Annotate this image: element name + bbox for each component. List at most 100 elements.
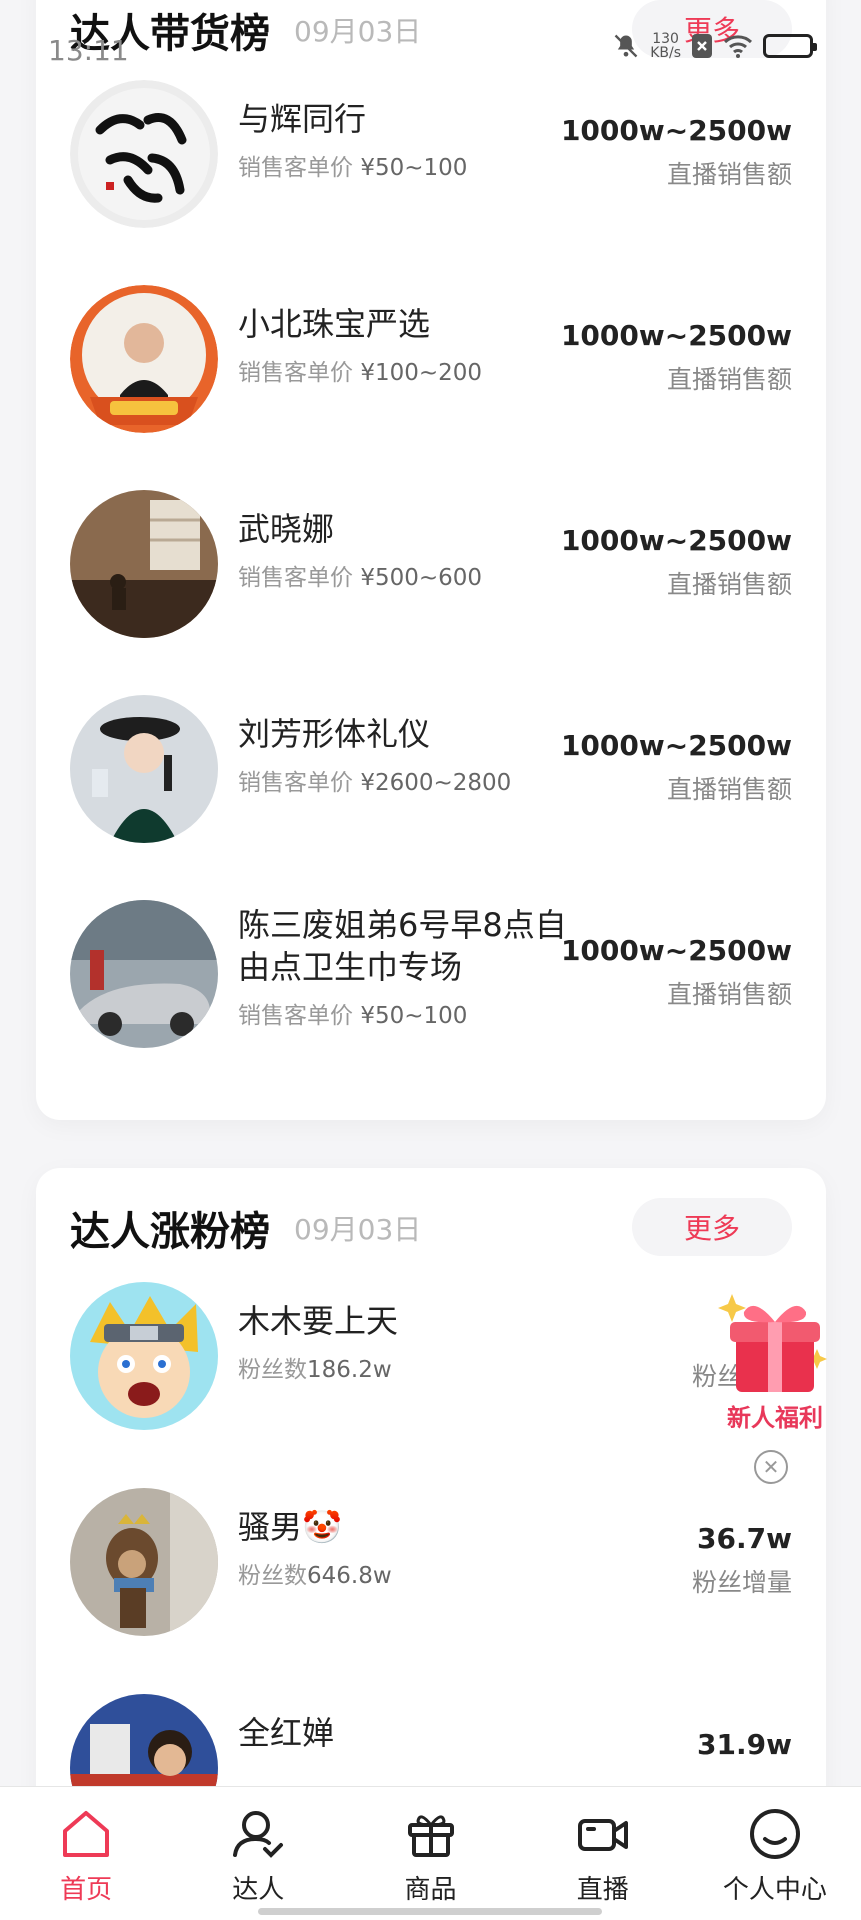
avatar — [70, 1282, 218, 1430]
fans-board-title: 达人涨粉榜 — [70, 1209, 270, 1255]
user-icon — [233, 1811, 284, 1858]
nav-profile-label: 个人中心 — [722, 1875, 827, 1905]
unit-price-value: ¥50~100 — [360, 1003, 468, 1029]
sales-row-info: 小北珠宝严选 销售客单价 ¥100~200 — [238, 303, 578, 387]
unit-price-value: ¥2600~2800 — [360, 770, 512, 796]
fans-metric: 31.9w — [697, 1728, 792, 1761]
unit-price-label: 销售客单价 — [238, 360, 353, 386]
unit-price-value: ¥100~200 — [360, 360, 483, 386]
unit-price: 销售客单价 ¥100~200 — [238, 353, 578, 387]
sales-row[interactable]: 刘芳形体礼仪 销售客单价 ¥2600~2800 1000w~2500w 直播销售… — [70, 695, 792, 855]
fans-increase-value: 36.7w — [697, 1522, 792, 1555]
smile-icon — [749, 1809, 800, 1859]
nav-talent-label: 达人 — [232, 1875, 285, 1905]
sales-board-card: 达人带货榜 09月03日 更多 与辉同行 销售客单价 ¥50~100 1000w… — [36, 0, 826, 1120]
sales-value: 1000w~2500w — [560, 729, 792, 762]
streamer-name: 木木要上天 — [238, 1302, 399, 1340]
fans-row-info: 骚男🤡 粉丝数646.8w — [238, 1506, 578, 1590]
sales-value-label: 直播销售额 — [666, 980, 792, 1009]
fans-row-info: 全红婵 — [238, 1712, 578, 1754]
fans-count-value: 646.8w — [307, 1563, 392, 1589]
avatar — [70, 695, 218, 843]
nav-home-label: 首页 — [60, 1875, 113, 1905]
avatar — [70, 490, 218, 638]
unit-price: 销售客单价 ¥500~600 — [238, 558, 578, 592]
unit-price: 销售客单价 ¥2600~2800 — [238, 763, 578, 797]
sales-metric: 1000w~2500w 直播销售额 — [561, 934, 792, 1011]
gift-box-icon — [407, 1815, 454, 1857]
unit-price-label: 销售客单价 — [238, 1003, 353, 1029]
sales-row-info: 陈三废姐弟6号早8点自由点卫生巾专场 销售客单价 ¥50~100 — [238, 904, 578, 1030]
nav-talent[interactable]: 达人 — [172, 1787, 344, 1920]
fans-count-label: 粉丝数 — [238, 1563, 307, 1589]
fans-metric: 36.7w 粉丝增量 — [692, 1522, 792, 1599]
unit-price-value: ¥500~600 — [360, 565, 483, 591]
streamer-name: 武晓娜 — [238, 510, 335, 548]
sales-board-header: 达人带货榜 09月03日 更多 — [70, 0, 792, 60]
unit-price: 销售客单价 ¥50~100 — [238, 148, 578, 182]
nav-profile[interactable]: 个人中心 — [689, 1787, 861, 1920]
nav-live[interactable]: 直播 — [517, 1787, 689, 1920]
streamer-name: 刘芳形体礼仪 — [238, 715, 431, 753]
fans-count: 粉丝数186.2w — [238, 1350, 578, 1384]
sales-board-date: 09月03日 — [294, 15, 422, 48]
sales-row[interactable]: 小北珠宝严选 销售客单价 ¥100~200 1000w~2500w 直播销售额 — [70, 285, 792, 445]
fans-count-value: 186.2w — [307, 1357, 392, 1383]
nav-product[interactable]: 商品 — [344, 1787, 516, 1920]
unit-price-label: 销售客单价 — [238, 770, 353, 796]
fans-board-more-button[interactable]: 更多 — [632, 1198, 792, 1256]
sales-row[interactable]: 武晓娜 销售客单价 ¥500~600 1000w~2500w 直播销售额 — [70, 490, 792, 650]
fans-count-label: 粉丝数 — [238, 1357, 307, 1383]
fans-row[interactable]: 骚男🤡 粉丝数646.8w 36.7w 粉丝增量 — [70, 1488, 792, 1648]
fans-board-header: 达人涨粉榜 09月03日 更多 — [70, 1198, 792, 1258]
sales-metric: 1000w~2500w 直播销售额 — [561, 319, 792, 396]
nav-product-label: 商品 — [404, 1875, 457, 1905]
fans-increase-label: 粉丝增量 — [691, 1568, 792, 1597]
new-user-gift-widget[interactable]: 新人福利 — [714, 1286, 836, 1436]
close-icon[interactable]: ✕ — [754, 1450, 788, 1484]
sales-row[interactable]: 陈三废姐弟6号早8点自由点卫生巾专场 销售客单价 ¥50~100 1000w~2… — [70, 900, 792, 1060]
video-camera-icon — [577, 1819, 628, 1851]
fans-count: 粉丝数646.8w — [238, 1556, 578, 1590]
nav-home[interactable]: 首页 — [0, 1787, 172, 1920]
fans-board-date: 09月03日 — [294, 1213, 422, 1246]
sales-board-title: 达人带货榜 — [70, 11, 270, 57]
unit-price: 销售客单价 ¥50~100 — [238, 996, 578, 1030]
streamer-name: 与辉同行 — [238, 100, 367, 138]
gift-box-icon — [718, 1294, 827, 1392]
sales-metric: 1000w~2500w 直播销售额 — [561, 114, 792, 191]
gift-label: 新人福利 — [727, 1404, 823, 1432]
streamer-name: 陈三废姐弟6号早8点自由点卫生巾专场 — [238, 906, 567, 986]
avatar — [70, 1488, 218, 1636]
nav-live-label: 直播 — [576, 1875, 629, 1905]
sales-value-label: 直播销售额 — [666, 160, 792, 189]
sales-row[interactable]: 与辉同行 销售客单价 ¥50~100 1000w~2500w 直播销售额 — [70, 80, 792, 240]
sales-value: 1000w~2500w — [560, 319, 792, 352]
streamer-name: 小北珠宝严选 — [238, 305, 431, 343]
avatar — [70, 900, 218, 1048]
fans-row[interactable]: 木木要上天 粉丝数186.2w 40 粉丝增量 — [70, 1282, 792, 1442]
sales-row-info: 与辉同行 销售客单价 ¥50~100 — [238, 98, 578, 182]
sales-value-label: 直播销售额 — [666, 570, 792, 599]
unit-price-value: ¥50~100 — [360, 155, 468, 181]
sales-value: 1000w~2500w — [560, 524, 792, 557]
avatar — [70, 80, 218, 228]
sales-value: 1000w~2500w — [560, 934, 792, 967]
sales-metric: 1000w~2500w 直播销售额 — [561, 524, 792, 601]
sales-value: 1000w~2500w — [560, 114, 792, 147]
sales-row-info: 刘芳形体礼仪 销售客单价 ¥2600~2800 — [238, 713, 578, 797]
sales-value-label: 直播销售额 — [666, 775, 792, 804]
sales-metric: 1000w~2500w 直播销售额 — [561, 729, 792, 806]
fans-increase-value: 31.9w — [697, 1728, 792, 1761]
sales-board-more-button[interactable]: 更多 — [632, 0, 792, 58]
bottom-nav: 首页 达人 商品 直播 个人中心 — [0, 1786, 861, 1920]
avatar — [70, 285, 218, 433]
sales-value-label: 直播销售额 — [666, 365, 792, 394]
streamer-name: 全红婵 — [238, 1714, 335, 1752]
unit-price-label: 销售客单价 — [238, 155, 353, 181]
home-icon — [63, 1811, 110, 1857]
sales-row-info: 武晓娜 销售客单价 ¥500~600 — [238, 508, 578, 592]
fans-row-info: 木木要上天 粉丝数186.2w — [238, 1300, 578, 1384]
unit-price-label: 销售客单价 — [238, 565, 353, 591]
streamer-name: 骚男🤡 — [238, 1508, 342, 1546]
